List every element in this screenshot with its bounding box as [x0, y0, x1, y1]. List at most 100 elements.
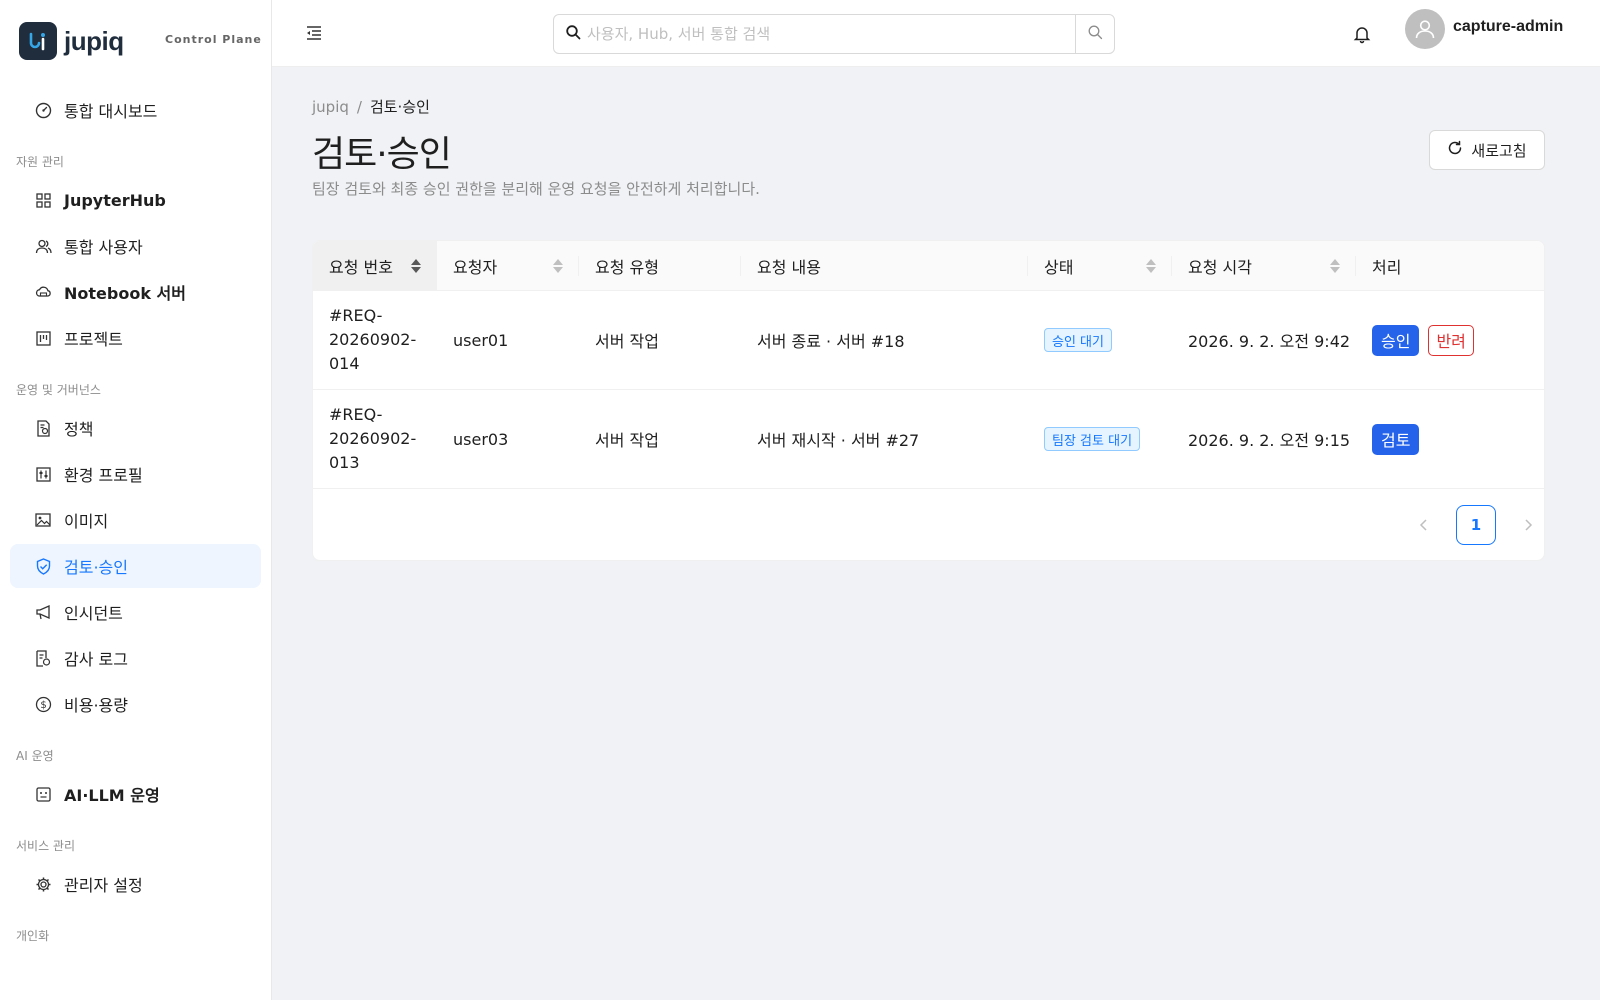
search-icon: [566, 24, 581, 44]
grid-icon: [34, 191, 52, 209]
svg-text:$: $: [40, 700, 46, 711]
cloud-server-icon: [34, 283, 52, 301]
approve-button[interactable]: 승인: [1372, 324, 1420, 356]
refresh-button[interactable]: 새로고침: [1429, 130, 1545, 170]
breadcrumb: jupiq / 검토·승인: [312, 96, 430, 117]
column-label: 요청 내용: [757, 258, 821, 277]
review-button[interactable]: 검토: [1372, 423, 1420, 455]
cell-request-id: #REQ-20260902-013: [329, 405, 417, 472]
sidebar-item-label: 통합 사용자: [64, 238, 143, 257]
shield-check-icon: [34, 557, 52, 575]
cell-status: 승인 대기: [1028, 291, 1172, 389]
cell-status: 팀장 검토 대기: [1028, 390, 1172, 488]
page-title: 검토·승인: [312, 134, 452, 175]
refresh-label: 새로고침: [1471, 142, 1527, 160]
column-label: 요청 유형: [595, 258, 659, 277]
sort-icon: [411, 259, 421, 273]
sidebar-item-jupyterhub[interactable]: JupyterHub: [10, 178, 261, 222]
approval-table: 요청 번호 요청자 요청 유형 요청 내용 상태 요청 시각 처리 #REQ-2…: [312, 240, 1545, 561]
sidebar-item-label: Notebook 서버: [64, 284, 186, 303]
status-badge: 승인 대기: [1044, 328, 1112, 352]
sidebar-item-label: 인시던트: [64, 604, 123, 623]
brand-subtitle: Control Plane: [165, 33, 262, 46]
breadcrumb-current: 검토·승인: [369, 98, 430, 116]
column-label: 요청 시각: [1188, 258, 1252, 277]
search-field-wrap: [554, 15, 1075, 53]
sidebar-item-env-profile[interactable]: 환경 프로필: [10, 452, 261, 496]
cell-request-time: 2026. 9. 2. 오전 9:42: [1188, 332, 1351, 351]
sidebar-item-notebook-server[interactable]: Notebook 서버: [10, 270, 261, 314]
sidebar-item-label: 환경 프로필: [64, 466, 143, 485]
cell-actions: 승인 반려: [1356, 291, 1544, 389]
column-header-request-time[interactable]: 요청 시각: [1172, 241, 1356, 291]
column-header-requester[interactable]: 요청자: [437, 241, 579, 291]
search-input[interactable]: [587, 25, 1067, 43]
sidebar-item-admin-settings[interactable]: 관리자 설정: [10, 862, 261, 906]
cell-requester: user01: [453, 330, 509, 350]
status-badge: 팀장 검토 대기: [1044, 427, 1141, 451]
dashboard-icon: [34, 101, 52, 119]
search-button[interactable]: [1075, 15, 1114, 53]
pagination: 1: [1416, 505, 1536, 545]
cell-requester: user03: [453, 429, 509, 449]
avatar[interactable]: [1405, 9, 1445, 49]
sidebar-item-label: 정책: [64, 420, 94, 439]
brand: jupiq Control Plane: [0, 0, 271, 82]
project-icon: [34, 329, 52, 347]
sidebar-item-label: 관리자 설정: [64, 876, 143, 895]
robot-icon: [34, 785, 52, 803]
sidebar-item-ai-llm[interactable]: AI·LLM 운영: [10, 772, 261, 816]
table-row: #REQ-20260902-013 user03 서버 작업 서버 재시작 · …: [313, 390, 1544, 489]
notification-bell-icon[interactable]: [1352, 24, 1372, 44]
cell-request-type: 서버 작업: [595, 332, 659, 351]
column-label: 요청자: [453, 258, 498, 277]
column-header-request-content: 요청 내용: [741, 241, 1028, 291]
sidebar-item-users[interactable]: 통합 사용자: [10, 224, 261, 268]
policy-icon: [34, 419, 52, 437]
sort-icon: [553, 259, 563, 273]
section-label-resources: 자원 관리: [16, 155, 64, 169]
sidebar-item-cost-capacity[interactable]: $ 비용·용량: [10, 682, 261, 726]
column-label: 처리: [1372, 258, 1402, 277]
audit-icon: [34, 649, 52, 667]
reject-button[interactable]: 반려: [1428, 324, 1474, 356]
sidebar-item-review-approval[interactable]: 검토·승인: [10, 544, 261, 588]
menu-collapse-icon[interactable]: [305, 24, 323, 42]
cell-actions: 검토: [1356, 390, 1544, 488]
cell-request-content: 서버 재시작 · 서버 #27: [757, 431, 920, 450]
sidebar-item-incidents[interactable]: 인시던트: [10, 590, 261, 634]
sidebar-item-label: AI·LLM 운영: [64, 786, 160, 805]
refresh-icon: [1447, 140, 1463, 160]
breadcrumb-separator: /: [356, 98, 362, 116]
sidebar-nav: 통합 대시보드 자원 관리 JupyterHub 통합 사용자 Notebook…: [0, 88, 271, 944]
users-icon: [34, 237, 52, 255]
section-label-personal: 개인화: [16, 929, 50, 943]
sidebar-item-dashboard[interactable]: 통합 대시보드: [10, 88, 261, 132]
top-header: capture-admin: [272, 0, 1600, 67]
user-name[interactable]: capture-admin: [1453, 18, 1563, 36]
column-header-status[interactable]: 상태: [1028, 241, 1172, 291]
column-header-request-id[interactable]: 요청 번호: [313, 241, 437, 291]
sort-icon: [1330, 259, 1340, 273]
table-row: #REQ-20260902-014 user01 서버 작업 서버 종료 · 서…: [313, 291, 1544, 390]
prev-page-icon[interactable]: [1416, 518, 1430, 532]
sidebar-item-audit-log[interactable]: 감사 로그: [10, 636, 261, 680]
sidebar-item-label: 이미지: [64, 512, 109, 531]
next-page-icon[interactable]: [1522, 518, 1536, 532]
sliders-icon: [34, 465, 52, 483]
sidebar: jupiq Control Plane 통합 대시보드 자원 관리 Jupyte…: [0, 0, 272, 1000]
sidebar-item-label: 비용·용량: [64, 696, 128, 715]
sidebar-item-images[interactable]: 이미지: [10, 498, 261, 542]
page-number-current[interactable]: 1: [1456, 505, 1496, 545]
sidebar-item-projects[interactable]: 프로젝트: [10, 316, 261, 360]
section-label-ai-ops: AI 운영: [16, 749, 54, 763]
sidebar-item-policy[interactable]: 정책: [10, 406, 261, 450]
sidebar-item-label: 프로젝트: [64, 330, 123, 349]
breadcrumb-root[interactable]: jupiq: [312, 98, 349, 116]
sidebar-item-label: 검토·승인: [64, 558, 128, 577]
brand-name[interactable]: jupiq: [64, 26, 124, 57]
cell-request-type: 서버 작업: [595, 431, 659, 450]
sort-icon: [1146, 259, 1156, 273]
column-label: 요청 번호: [329, 258, 393, 277]
cell-request-id: #REQ-20260902-014: [329, 306, 417, 373]
